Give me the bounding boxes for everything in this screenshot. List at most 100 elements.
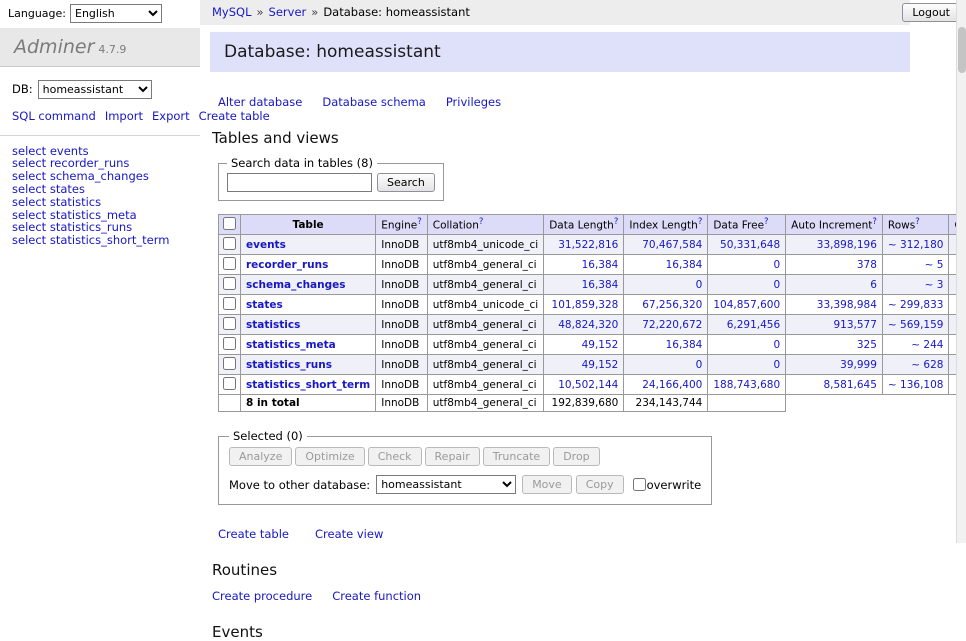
table-link[interactable]: events	[246, 239, 286, 251]
export-link[interactable]: Export	[152, 109, 190, 123]
help-icon[interactable]: ?	[698, 217, 703, 227]
row-checkbox[interactable]	[223, 257, 236, 270]
create-table-link[interactable]: Create table	[218, 527, 289, 541]
auto-increment-link[interactable]: 325	[857, 339, 877, 351]
select-all-checkbox[interactable]	[223, 217, 236, 230]
rows-link[interactable]: ~ 244	[911, 339, 943, 351]
index-length-link[interactable]: 70,467,584	[642, 239, 702, 251]
table-link[interactable]: schema_changes	[246, 279, 346, 291]
data-length-link[interactable]: 16,384	[582, 259, 619, 271]
row-checkbox[interactable]	[223, 377, 236, 390]
row-checkbox[interactable]	[223, 337, 236, 350]
db-select[interactable]: homeassistant	[38, 80, 152, 99]
create-function-link[interactable]: Create function	[332, 589, 421, 603]
row-checkbox[interactable]	[223, 357, 236, 370]
index-length-link[interactable]: 0	[696, 279, 703, 291]
row-checkbox[interactable]	[223, 277, 236, 290]
create-table-link-sidebar[interactable]: Create table	[199, 109, 270, 123]
move-db-select[interactable]: homeassistant	[376, 475, 516, 494]
help-icon[interactable]: ?	[614, 217, 619, 227]
index-length-link[interactable]: 16,384	[666, 259, 703, 271]
scrollbar-thumb[interactable]	[958, 27, 966, 73]
index-length-link[interactable]: 72,220,672	[642, 319, 702, 331]
engine-cell: InnoDB	[376, 275, 428, 295]
data-free-link[interactable]: 50,331,648	[720, 239, 780, 251]
breadcrumb-server-link[interactable]: Server	[269, 5, 307, 19]
index-length-link[interactable]: 67,256,320	[642, 299, 702, 311]
auto-increment-link[interactable]: 8,581,645	[823, 379, 876, 391]
data-free-link[interactable]: 0	[773, 279, 780, 291]
table-link[interactable]: recorder_runs	[246, 259, 328, 271]
rows-link[interactable]: ~ 3	[925, 279, 944, 291]
alter-database-link[interactable]: Alter database	[218, 95, 302, 109]
row-checkbox[interactable]	[223, 297, 236, 310]
rows-link[interactable]: ~ 136,108	[888, 379, 944, 391]
auto-increment-link[interactable]: 378	[857, 259, 877, 271]
table-link[interactable]: states	[246, 299, 283, 311]
total-data-length: 192,839,680	[544, 395, 624, 412]
sidebar-item-select-statistics-short-term[interactable]: select statistics_short_term	[12, 233, 169, 247]
rows-link[interactable]: ~ 312,180	[888, 239, 944, 251]
row-checkbox[interactable]	[223, 317, 236, 330]
truncate-button[interactable]: Truncate	[483, 447, 550, 466]
auto-increment-link[interactable]: 33,398,984	[817, 299, 877, 311]
data-free-link[interactable]: 0	[773, 339, 780, 351]
row-checkbox[interactable]	[223, 237, 236, 250]
copy-button[interactable]: Copy	[576, 475, 624, 494]
collation-cell: utf8mb4_general_ci	[427, 255, 543, 275]
privileges-link[interactable]: Privileges	[446, 95, 501, 109]
help-icon[interactable]: ?	[417, 217, 422, 227]
rows-link[interactable]: ~ 5	[925, 259, 944, 271]
auto-increment-link[interactable]: 6	[870, 279, 877, 291]
create-procedure-link[interactable]: Create procedure	[212, 589, 312, 603]
data-length-link[interactable]: 48,824,320	[558, 319, 618, 331]
help-icon[interactable]: ?	[479, 217, 484, 227]
collation-cell: utf8mb4_general_ci	[427, 335, 543, 355]
data-length-link[interactable]: 16,384	[582, 279, 619, 291]
data-length-link[interactable]: 31,522,816	[558, 239, 618, 251]
rows-link[interactable]: ~ 299,833	[888, 299, 944, 311]
data-free-link[interactable]: 6,291,456	[727, 319, 780, 331]
data-length-link[interactable]: 49,152	[582, 339, 619, 351]
data-free-link[interactable]: 0	[773, 259, 780, 271]
auto-increment-link[interactable]: 39,999	[840, 359, 877, 371]
index-length-link[interactable]: 16,384	[666, 339, 703, 351]
table-link[interactable]: statistics	[246, 319, 300, 331]
database-schema-link[interactable]: Database schema	[322, 95, 425, 109]
help-icon[interactable]: ?	[872, 217, 877, 227]
check-button[interactable]: Check	[368, 447, 422, 466]
table-link[interactable]: statistics_meta	[246, 339, 336, 351]
vertical-scrollbar[interactable]	[956, 0, 966, 543]
auto-increment-link[interactable]: 913,577	[834, 319, 877, 331]
data-free-link[interactable]: 0	[773, 359, 780, 371]
engine-cell: InnoDB	[376, 255, 428, 275]
analyze-button[interactable]: Analyze	[229, 447, 292, 466]
repair-button[interactable]: Repair	[425, 447, 480, 466]
search-input[interactable]	[227, 173, 372, 192]
create-view-link[interactable]: Create view	[315, 527, 383, 541]
index-length-link[interactable]: 0	[696, 359, 703, 371]
import-link[interactable]: Import	[105, 109, 143, 123]
breadcrumb-mysql-link[interactable]: MySQL	[212, 5, 252, 19]
rows-link[interactable]: ~ 628	[911, 359, 943, 371]
data-length-link[interactable]: 10,502,144	[558, 379, 618, 391]
rows-link[interactable]: ~ 569,159	[888, 319, 944, 331]
data-free-link[interactable]: 188,743,680	[713, 379, 780, 391]
index-length-link[interactable]: 24,166,400	[642, 379, 702, 391]
search-button[interactable]: Search	[377, 173, 435, 192]
sql-command-link[interactable]: SQL command	[12, 109, 96, 123]
table-link[interactable]: statistics_runs	[246, 359, 332, 371]
data-length-link[interactable]: 49,152	[582, 359, 619, 371]
auto-increment-link[interactable]: 33,898,196	[817, 239, 877, 251]
overwrite-checkbox[interactable]	[633, 478, 646, 491]
help-icon[interactable]: ?	[764, 217, 769, 227]
data-free-link[interactable]: 104,857,600	[713, 299, 780, 311]
table-link[interactable]: statistics_short_term	[246, 379, 370, 391]
help-icon[interactable]: ?	[915, 217, 920, 227]
optimize-button[interactable]: Optimize	[295, 447, 364, 466]
move-button[interactable]: Move	[522, 475, 572, 494]
data-length-link[interactable]: 101,859,328	[552, 299, 619, 311]
logout-button[interactable]: Logout	[902, 3, 960, 22]
language-select[interactable]: English	[70, 4, 162, 23]
drop-button[interactable]: Drop	[553, 447, 599, 466]
